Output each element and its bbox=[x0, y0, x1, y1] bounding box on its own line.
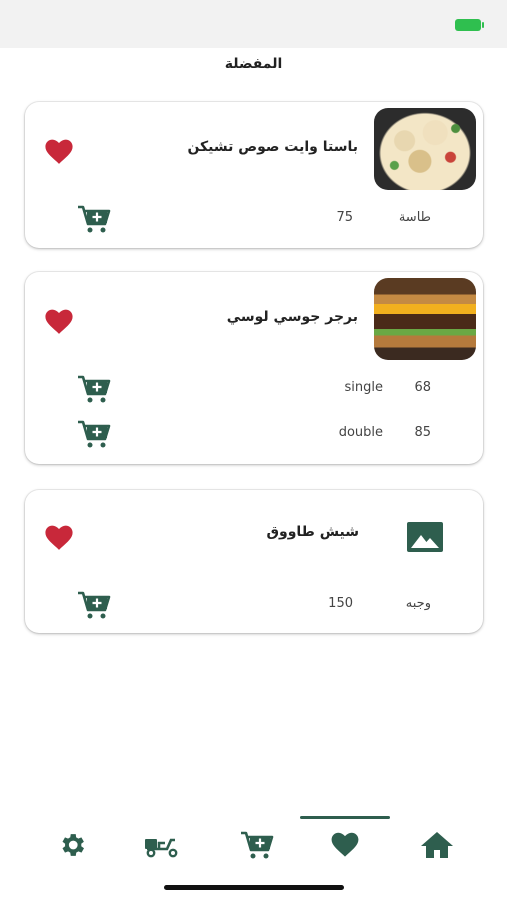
size-label: طاسة bbox=[398, 210, 431, 225]
variant-row: double 85 bbox=[25, 419, 483, 449]
price: 75 bbox=[336, 210, 353, 225]
size-label: double bbox=[338, 425, 383, 440]
heart-icon[interactable] bbox=[43, 525, 75, 551]
variant-row: single 68 bbox=[25, 374, 483, 404]
cart-add-icon[interactable] bbox=[77, 419, 111, 449]
variant-row: وجبه 150 bbox=[25, 590, 483, 620]
status-bar bbox=[0, 0, 507, 48]
price: 150 bbox=[328, 596, 353, 611]
favorite-card[interactable]: باستا وايت صوص تشيكن طاسة 75 bbox=[25, 102, 483, 248]
delivery-scooter-icon bbox=[145, 838, 178, 858]
food-image bbox=[374, 278, 476, 360]
bottom-nav bbox=[0, 820, 507, 870]
cart-add-icon bbox=[241, 831, 274, 859]
nav-settings[interactable] bbox=[52, 828, 92, 862]
page-title: المفضلة bbox=[224, 56, 283, 72]
active-tab-indicator bbox=[300, 816, 390, 819]
size-label: وجبه bbox=[405, 596, 431, 611]
price: 68 bbox=[414, 380, 431, 395]
heart-icon[interactable] bbox=[43, 309, 75, 335]
item-name: شيش طاووق bbox=[266, 524, 359, 540]
nav-cart[interactable] bbox=[237, 828, 277, 862]
cart-add-icon[interactable] bbox=[77, 204, 111, 234]
price: 85 bbox=[414, 425, 431, 440]
item-name: برجر جوسي لوسي bbox=[226, 309, 358, 325]
favorite-card[interactable]: برجر جوسي لوسي single 68 double 85 bbox=[25, 272, 483, 464]
cart-add-icon[interactable] bbox=[77, 374, 111, 404]
battery-icon bbox=[455, 19, 484, 31]
heart-icon bbox=[331, 832, 359, 857]
home-indicator bbox=[164, 885, 344, 890]
favorite-card[interactable]: شيش طاووق وجبه 150 bbox=[25, 490, 483, 633]
cart-add-icon[interactable] bbox=[77, 590, 111, 620]
home-icon bbox=[421, 832, 453, 858]
food-image bbox=[374, 108, 476, 190]
settings-icon bbox=[62, 834, 84, 856]
nav-delivery[interactable] bbox=[142, 828, 182, 862]
heart-icon[interactable] bbox=[43, 139, 75, 165]
nav-favorites[interactable] bbox=[325, 828, 365, 862]
size-label: single bbox=[344, 380, 384, 395]
nav-home[interactable] bbox=[417, 828, 457, 862]
image-placeholder-icon bbox=[407, 522, 443, 552]
item-name: باستا وايت صوص تشيكن bbox=[187, 139, 358, 155]
variant-row: طاسة 75 bbox=[25, 204, 483, 234]
